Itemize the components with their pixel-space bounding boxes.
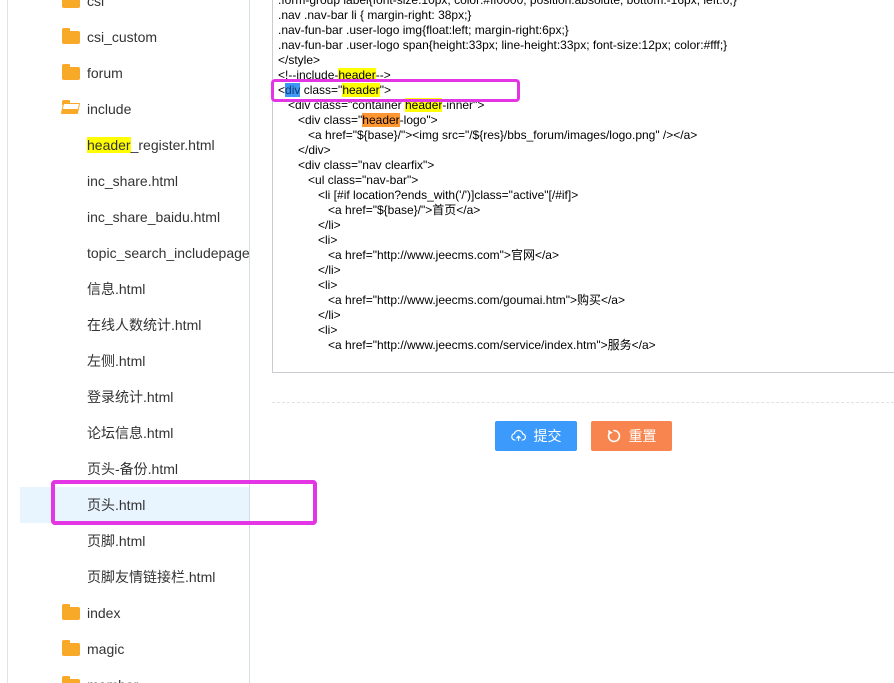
file-label: 左侧.html [87,353,146,369]
code-line: <a href="http://www.jeecms.com/goumai.ht… [278,293,625,307]
folder-icon [62,639,80,656]
folder-icon [62,675,80,683]
code-line: <div class="header"> [278,83,391,97]
code-line: </div> [278,143,331,157]
file-label: 页头.html [87,497,146,513]
file-label: 页头-备份.html [87,461,178,477]
code-line: </li> [278,308,341,322]
folder-icon [62,63,80,80]
code-line: <a href="${base}/"><img src="/${res}/bbs… [278,128,698,142]
tree-item-页头-备份.html[interactable]: 页头-备份.html [20,451,249,487]
file-tree: csi csi_customforum include header_register… [8,0,249,683]
tree-item-信息.html[interactable]: 信息.html [20,271,249,307]
tree-item-include[interactable]: include [20,91,249,127]
tree-item-topic_search_includepage[interactable]: topic_search_includepage [20,235,249,271]
reset-button-label: 重置 [628,428,657,444]
file-label: 页脚友情链接栏.html [87,569,216,585]
tree-item-magic[interactable]: magic [20,631,249,667]
tree-item-header_register.html[interactable]: header_register.html [20,127,249,163]
tree-item-forum[interactable]: forum [20,55,249,91]
code-line: <a href="${base}/">首页</a> [278,203,481,217]
tree-item-页头.html[interactable]: 页头.html [20,487,249,523]
code-line: .form-group label{font-size:10px; color:… [278,0,737,7]
code-line: .nav .nav-bar li { margin-right: 38px;} [278,8,472,22]
file-label: 论坛信息.html [87,425,174,441]
code-line: </li> [278,218,341,232]
tree-item-inc_share.html[interactable]: inc_share.html [20,163,249,199]
code-line: <div class="header-logo"> [278,113,438,127]
tree-item-csi[interactable]: csi [20,0,249,19]
code-line: <!--include-header--> [278,68,391,82]
tree-item-论坛信息.html[interactable]: 论坛信息.html [20,415,249,451]
cloud-upload-icon [510,428,527,445]
folder-label: include [87,101,132,117]
code-line: </li> [278,263,341,277]
folder-label: csi_custom [87,29,158,45]
tree-item-登录统计.html[interactable]: 登录统计.html [20,379,249,415]
code-line: <a href="http://www.jeecms.com/service/i… [278,338,656,352]
file-label: 在线人数统计.html [87,317,202,333]
code-line: <li [#if location?ends_with('/')]class="… [278,188,579,202]
file-label: topic_search_includepage [87,245,249,261]
folder-icon [62,603,80,620]
folder-label: forum [87,65,123,81]
file-tree-panel: csi csi_customforum include header_register… [7,0,250,683]
template-editor-screen: csi csi_customforum include header_register… [0,0,894,683]
code-line: </style> [278,53,321,67]
code-line: <a href="http://www.jeecms.com">官网</a> [278,248,559,262]
submit-button[interactable]: 提交 [494,421,577,451]
folder-icon [62,27,80,44]
folder-label: magic [87,641,125,657]
tree-item-页脚友情链接栏.html[interactable]: 页脚友情链接栏.html [20,559,249,595]
file-label: 页脚.html [87,533,146,549]
form-actions: 提交 重置 [272,421,894,451]
code-line: <li> [278,278,338,292]
code-line: .nav-fun-bar .user-logo img{float:left; … [278,23,569,37]
folder-label: index [87,605,121,621]
folder-label: csi [87,0,105,9]
tree-item-index[interactable]: index [20,595,249,631]
code-line: <li> [278,233,338,247]
reset-icon [606,428,622,444]
code-line: .nav-fun-bar .user-logo span{height:33px… [278,38,728,52]
code-line: <ul class="nav-bar"> [278,173,419,187]
folder-icon [62,0,80,8]
file-label: 登录统计.html [87,389,174,405]
code-line: <div class="nav clearfix"> [278,158,435,172]
file-label: header_register.html [87,137,215,153]
tree-item-页脚.html[interactable]: 页脚.html [20,523,249,559]
file-label: inc_share.html [87,173,179,189]
code-line: <div class="container header-inner"> [278,98,485,112]
folder-open-icon [62,99,80,116]
tree-item-在线人数统计.html[interactable]: 在线人数统计.html [20,307,249,343]
file-label: 信息.html [87,281,146,297]
tree-item-inc_share_baidu.html[interactable]: inc_share_baidu.html [20,199,249,235]
tree-item-member[interactable]: member [20,667,249,683]
code-line: <li> [278,323,338,337]
tree-item-csi_custom[interactable]: csi_custom [20,19,249,55]
tree-item-左侧.html[interactable]: 左侧.html [20,343,249,379]
file-label: inc_share_baidu.html [87,209,221,225]
folder-label: member [87,677,138,683]
submit-button-label: 提交 [533,428,562,444]
divider [272,402,894,403]
reset-button[interactable]: 重置 [590,421,672,451]
template-source-editor[interactable]: .form-group label{font-size:10px; color:… [272,0,894,373]
